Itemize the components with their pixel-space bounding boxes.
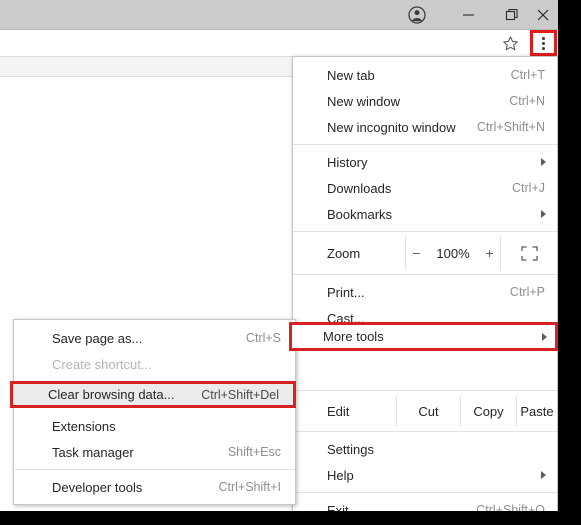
window-frame-bottom — [0, 511, 581, 525]
menu-item-new-incognito-window[interactable]: New incognito window Ctrl+Shift+N — [293, 114, 557, 140]
menu-item-more-tools-slot — [293, 357, 557, 386]
browser-toolbar — [0, 30, 558, 56]
menu-separator — [293, 492, 557, 493]
browser-window: New tab Ctrl+T New window Ctrl+N New inc… — [0, 0, 558, 511]
submenu-item-save-page-as[interactable]: Save page as... Ctrl+S — [14, 325, 295, 351]
submenu-item-clear-browsing-data[interactable]: Clear browsing data... Ctrl+Shift+Del — [10, 381, 296, 408]
menu-item-label: Exit — [327, 502, 349, 512]
more-tools-submenu: Save page as... Ctrl+S Create shortcut..… — [13, 319, 296, 505]
chevron-right-icon — [541, 471, 546, 479]
menu-item-shortcut: Ctrl+S — [245, 331, 281, 345]
kebab-dot-2 — [542, 41, 545, 45]
zoom-level-value: 100% — [436, 245, 470, 261]
chevron-right-icon — [541, 210, 546, 218]
zoom-controls: − 100% + — [405, 236, 500, 270]
menu-item-shortcut: Ctrl+Shift+I — [218, 480, 281, 494]
menu-item-label: Extensions — [52, 418, 116, 434]
fullscreen-button[interactable] — [500, 236, 557, 270]
submenu-item-extensions[interactable]: Extensions — [14, 413, 295, 439]
chevron-right-icon — [542, 332, 547, 341]
minimize-button[interactable] — [446, 0, 491, 29]
menu-item-label: Developer tools — [52, 479, 143, 495]
menu-item-bookmarks[interactable]: Bookmarks — [293, 201, 557, 227]
menu-item-print[interactable]: Print... Ctrl+P — [293, 279, 557, 305]
submenu-item-developer-tools[interactable]: Developer tools Ctrl+Shift+I — [14, 474, 295, 500]
menu-item-label: Bookmarks — [327, 206, 393, 222]
chevron-right-icon — [541, 158, 546, 166]
menu-item-more-tools[interactable]: More tools — [289, 322, 558, 351]
menu-item-label: New incognito window — [327, 119, 456, 135]
submenu-item-task-manager[interactable]: Task manager Shift+Esc — [14, 439, 295, 465]
menu-item-exit[interactable]: Exit Ctrl+Shift+Q — [293, 497, 557, 512]
address-bar-input[interactable] — [0, 32, 523, 54]
paste-button[interactable]: Paste — [516, 395, 557, 427]
menu-item-label: Task manager — [52, 444, 134, 460]
menu-item-downloads[interactable]: Downloads Ctrl+J — [293, 175, 557, 201]
menu-item-label: Downloads — [327, 180, 392, 196]
menu-item-label: Help — [327, 467, 354, 483]
menu-item-shortcut: Ctrl+Shift+Del — [201, 387, 279, 402]
menu-item-label: New window — [327, 93, 400, 109]
menu-item-shortcut: Shift+Esc — [227, 445, 281, 459]
menu-separator — [293, 144, 557, 145]
menu-item-shortcut: Ctrl+T — [510, 68, 545, 82]
menu-item-label: Save page as... — [52, 330, 143, 346]
menu-item-label: History — [327, 154, 368, 170]
menu-item-label: Create shortcut... — [52, 356, 152, 372]
menu-item-settings[interactable]: Settings — [293, 436, 557, 462]
zoom-in-button[interactable]: + — [484, 245, 496, 261]
menu-item-shortcut: Ctrl+Shift+N — [476, 120, 545, 134]
fullscreen-icon — [520, 245, 538, 261]
menu-item-history[interactable]: History — [293, 149, 557, 175]
menu-separator — [293, 431, 557, 432]
account-avatar-icon[interactable] — [408, 6, 426, 24]
menu-item-shortcut: Ctrl+Shift+Q — [476, 503, 545, 511]
menu-item-label: Settings — [327, 441, 374, 457]
menu-item-new-window[interactable]: New window Ctrl+N — [293, 88, 557, 114]
menu-item-new-tab[interactable]: New tab Ctrl+T — [293, 62, 557, 88]
menu-item-shortcut: Ctrl+N — [509, 94, 545, 108]
submenu-item-create-shortcut: Create shortcut... — [14, 351, 295, 377]
window-frame-right — [558, 0, 581, 525]
browser-menu-button[interactable] — [530, 30, 557, 56]
menu-separator — [14, 469, 295, 470]
zoom-label: Zoom — [327, 245, 361, 261]
menu-item-label: New tab — [327, 67, 375, 83]
menu-item-label: More tools — [323, 329, 384, 344]
copy-button[interactable]: Copy — [460, 395, 516, 427]
star-icon[interactable] — [502, 35, 519, 52]
menu-separator — [293, 231, 557, 232]
cut-button[interactable]: Cut — [396, 395, 460, 427]
browser-main-menu: New tab Ctrl+T New window Ctrl+N New inc… — [292, 56, 558, 511]
edit-label: Edit — [327, 403, 350, 419]
close-button[interactable] — [528, 0, 558, 29]
title-bar — [0, 0, 558, 30]
menu-item-shortcut: Ctrl+J — [512, 181, 545, 195]
kebab-dot-3 — [542, 46, 545, 50]
menu-separator — [293, 274, 557, 275]
menu-item-shortcut: Ctrl+P — [509, 285, 545, 299]
menu-item-label: Clear browsing data... — [48, 387, 175, 402]
menu-item-label: Print... — [327, 284, 365, 300]
kebab-dot-1 — [542, 36, 545, 40]
menu-row-edit: Edit Cut Copy Paste — [293, 395, 557, 427]
menu-row-zoom: Zoom − 100% + — [293, 236, 557, 270]
menu-separator — [293, 390, 557, 391]
zoom-out-button[interactable]: − — [410, 245, 422, 261]
menu-item-help[interactable]: Help — [293, 462, 557, 488]
